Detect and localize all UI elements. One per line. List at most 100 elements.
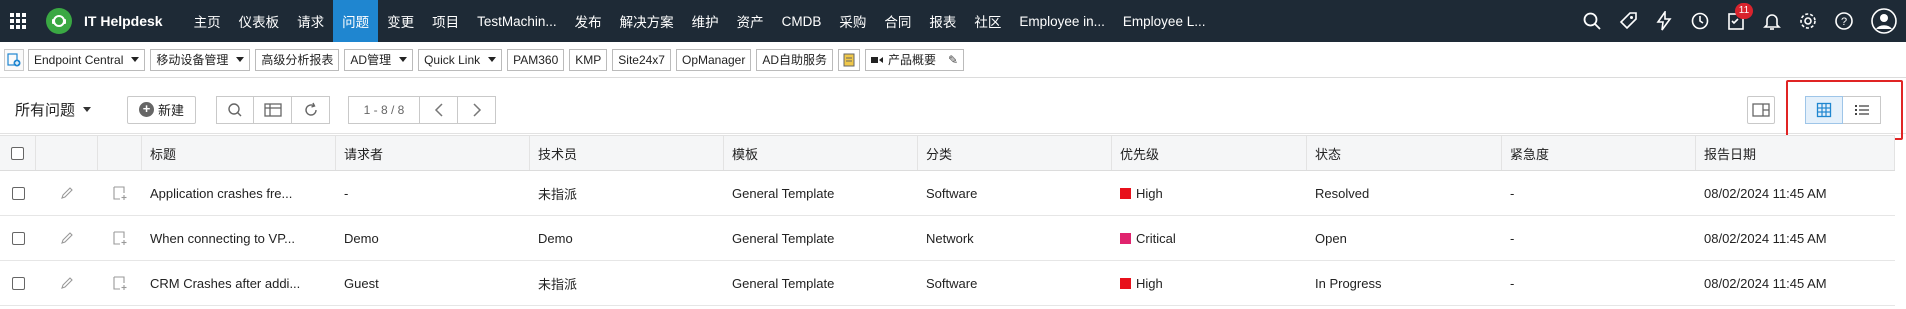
user-avatar-icon[interactable] bbox=[1862, 0, 1906, 42]
row-checkbox[interactable] bbox=[11, 276, 25, 290]
nav-item-14[interactable]: 报表 bbox=[920, 0, 965, 42]
quick-link-1[interactable]: 移动设备管理 bbox=[150, 48, 251, 71]
column-header-7[interactable]: 紧急度 bbox=[1502, 136, 1696, 170]
cell-title[interactable]: CRM Crashes after addi... bbox=[142, 261, 336, 305]
select-all-checkbox[interactable] bbox=[11, 146, 24, 160]
nav-item-0[interactable]: 主页 bbox=[185, 0, 230, 42]
history-icon[interactable] bbox=[1682, 0, 1718, 42]
cell-requester: - bbox=[344, 185, 349, 201]
table-body: Application crashes fre... - 未指派 General Te… bbox=[0, 171, 1895, 306]
nav-item-8[interactable]: 解决方案 bbox=[611, 0, 683, 42]
list-actions bbox=[216, 95, 331, 124]
nav-item-16[interactable]: Employee in... bbox=[1010, 0, 1114, 42]
table-columns-icon bbox=[263, 102, 282, 117]
nav-item-17[interactable]: Employee L... bbox=[1114, 0, 1215, 42]
cell-urgency: - bbox=[1510, 230, 1515, 246]
tasks-icon[interactable]: 11 bbox=[1718, 0, 1754, 42]
add-quick-link-icon[interactable] bbox=[4, 48, 24, 71]
list-view-button[interactable] bbox=[1843, 96, 1881, 124]
quick-link-2[interactable]: 高级分析报表 bbox=[255, 48, 340, 71]
pin-icon[interactable]: ✎ bbox=[948, 53, 958, 67]
quick-link-8[interactable]: OpManager bbox=[675, 48, 752, 71]
edit-column-header bbox=[36, 136, 98, 170]
chevron-down-icon[interactable] bbox=[236, 57, 245, 62]
nav-item-6[interactable]: TestMachin... bbox=[468, 0, 566, 42]
table-row[interactable]: Application crashes fre... - 未指派 General Te… bbox=[0, 171, 1895, 216]
nav-item-10[interactable]: 资产 bbox=[728, 0, 773, 42]
notes-icon[interactable] bbox=[838, 48, 861, 71]
row-checkbox[interactable] bbox=[11, 186, 25, 200]
nav-item-5[interactable]: 项目 bbox=[423, 0, 468, 42]
column-chooser-button[interactable] bbox=[254, 95, 293, 124]
view-selector[interactable]: 所有问题 bbox=[15, 99, 92, 120]
cell-status: Open bbox=[1315, 230, 1347, 246]
nav-item-7[interactable]: 发布 bbox=[566, 0, 611, 42]
cell-requester: Guest bbox=[344, 275, 379, 291]
quick-link-7[interactable]: Site24x7 bbox=[612, 48, 671, 71]
app-title: IT Helpdesk bbox=[84, 13, 163, 29]
row-checkbox-cell bbox=[0, 171, 36, 215]
priority-label: High bbox=[1136, 185, 1163, 201]
previous-page-button[interactable] bbox=[420, 95, 459, 124]
column-header-8[interactable]: 报告日期 bbox=[1696, 136, 1895, 170]
priority-label: Critical bbox=[1136, 230, 1176, 246]
add-note-cell bbox=[98, 261, 142, 305]
add-note-cell bbox=[98, 216, 142, 260]
quick-link-9[interactable]: AD自助服务 bbox=[756, 48, 834, 71]
nav-item-15[interactable]: 社区 bbox=[965, 0, 1010, 42]
table-row[interactable]: When connecting to VP... Demo Demo General … bbox=[0, 216, 1895, 261]
column-header-5[interactable]: 优先级 bbox=[1112, 136, 1307, 170]
add-note-icon[interactable] bbox=[112, 275, 128, 291]
layout-split-button[interactable] bbox=[1747, 96, 1775, 124]
next-page-button[interactable] bbox=[458, 95, 497, 124]
edit-pencil-icon[interactable] bbox=[60, 276, 74, 290]
search-filter-button[interactable] bbox=[216, 95, 255, 124]
nav-item-4[interactable]: 变更 bbox=[378, 0, 423, 42]
column-header-4[interactable]: 分类 bbox=[918, 136, 1112, 170]
grid-view-button[interactable] bbox=[1805, 96, 1843, 124]
rocket-icon[interactable] bbox=[1610, 0, 1646, 42]
nav-item-2[interactable]: 请求 bbox=[288, 0, 333, 42]
add-note-icon[interactable] bbox=[112, 230, 128, 246]
column-header-0[interactable]: 标题 bbox=[142, 136, 336, 170]
column-header-6[interactable]: 状态 bbox=[1307, 136, 1502, 170]
column-header-3[interactable]: 模板 bbox=[724, 136, 918, 170]
edit-pencil-icon[interactable] bbox=[60, 231, 74, 245]
column-header-2[interactable]: 技术员 bbox=[530, 136, 724, 170]
chevron-down-icon[interactable] bbox=[399, 57, 408, 62]
quick-link-4[interactable]: Quick Link bbox=[418, 48, 503, 71]
split-view-icon bbox=[1752, 103, 1770, 117]
refresh-button[interactable] bbox=[292, 95, 331, 124]
new-problem-button[interactable]: + 新建 bbox=[127, 95, 197, 124]
quick-link-label: OpManager bbox=[681, 52, 746, 67]
quick-link-6[interactable]: KMP bbox=[569, 48, 608, 71]
chevron-down-icon[interactable] bbox=[488, 57, 497, 62]
lightning-icon[interactable] bbox=[1646, 0, 1682, 42]
cell-title[interactable]: Application crashes fre... bbox=[142, 171, 336, 215]
row-checkbox[interactable] bbox=[11, 231, 25, 245]
chevron-down-icon[interactable] bbox=[131, 57, 140, 62]
app-switcher-icon[interactable] bbox=[0, 0, 36, 42]
add-note-icon[interactable] bbox=[112, 185, 128, 201]
nav-item-9[interactable]: 维护 bbox=[683, 0, 728, 42]
quick-link-3[interactable]: AD管理 bbox=[344, 48, 414, 71]
nav-item-1[interactable]: 仪表板 bbox=[230, 0, 289, 42]
column-header-1[interactable]: 请求者 bbox=[336, 136, 530, 170]
edit-pencil-icon[interactable] bbox=[60, 186, 74, 200]
nav-item-11[interactable]: CMDB bbox=[773, 0, 831, 42]
quick-link-5[interactable]: PAM360 bbox=[507, 48, 565, 71]
priority-color-swatch bbox=[1120, 232, 1131, 244]
nav-item-12[interactable]: 采购 bbox=[830, 0, 875, 42]
priority-color-swatch bbox=[1120, 187, 1131, 199]
table-row[interactable]: CRM Crashes after addi... Guest 未指派 General… bbox=[0, 261, 1895, 306]
nav-item-13[interactable]: 合同 bbox=[875, 0, 920, 42]
priority-color-swatch bbox=[1120, 277, 1131, 289]
gear-icon[interactable] bbox=[1790, 0, 1826, 42]
nav-item-3[interactable]: 问题 bbox=[333, 0, 379, 42]
search-icon[interactable] bbox=[1574, 0, 1610, 42]
product-overview-button[interactable]: 产品概要 ✎ bbox=[865, 48, 965, 71]
bell-icon[interactable] bbox=[1754, 0, 1790, 42]
cell-title[interactable]: When connecting to VP... bbox=[142, 216, 336, 260]
quick-link-0[interactable]: Endpoint Central bbox=[28, 48, 146, 71]
help-icon[interactable]: ? bbox=[1826, 0, 1862, 42]
